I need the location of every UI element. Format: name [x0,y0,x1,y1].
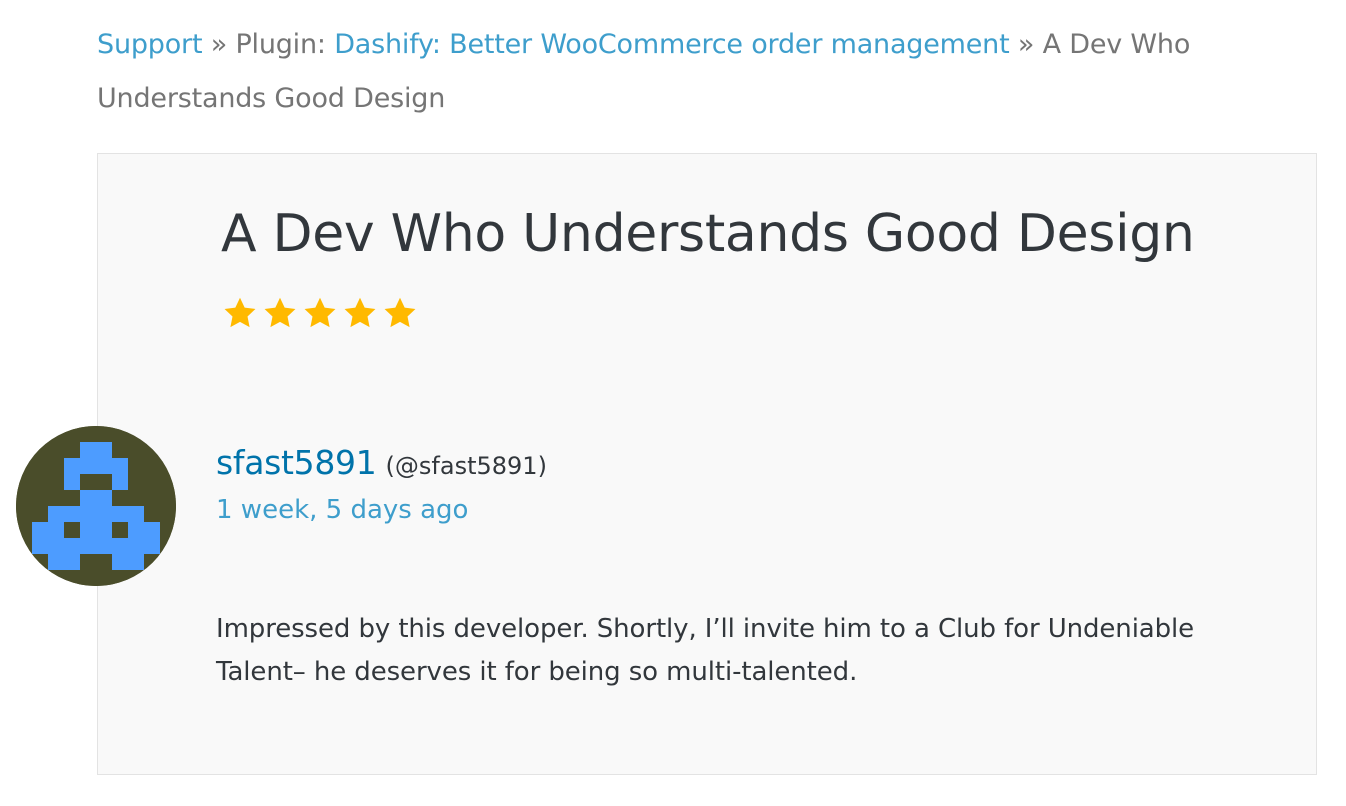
star-filled-icon [304,297,336,328]
breadcrumb-separator: » [1017,29,1035,60]
review-body: Impressed by this developer. Shortly, I’… [216,614,1195,687]
breadcrumb-support-link[interactable]: Support [97,29,203,60]
review-page: Support » Plugin: Dashify: Better WooCom… [0,0,1346,806]
author-name-link[interactable]: sfast5891 [216,443,377,482]
star-rating [222,295,418,331]
star-filled-icon [264,297,296,328]
review-author: sfast5891 (@sfast5891) [216,443,547,482]
breadcrumb-plugin-link[interactable]: Dashify: Better WooCommerce order manage… [334,29,1009,60]
author-handle: (@sfast5891) [385,452,547,480]
review-date-link[interactable]: 1 week, 5 days ago [216,495,468,525]
breadcrumb-plugin-prefix: Plugin: [235,29,326,60]
review-title: A Dev Who Understands Good Design [221,204,1195,264]
avatar[interactable] [16,426,176,586]
breadcrumb-separator: » [210,29,228,60]
breadcrumb: Support » Plugin: Dashify: Better WooCom… [97,18,1237,126]
star-filled-icon [344,297,376,328]
star-filled-icon [384,297,416,328]
identicon-avatar-icon [16,426,176,586]
star-filled-icon [224,297,256,328]
